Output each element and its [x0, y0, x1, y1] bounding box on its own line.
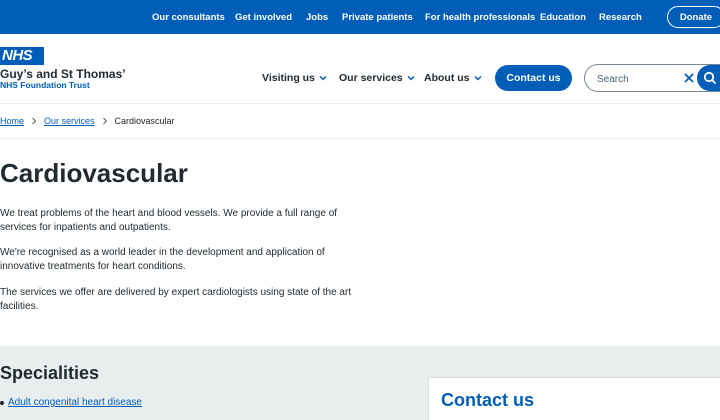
nav-visiting-us-label: Visiting us: [262, 72, 315, 84]
top-nav-health-professionals[interactable]: For health professionals: [425, 0, 535, 34]
nav-about-us-label: About us: [424, 72, 470, 84]
org-name[interactable]: Guy’s and St Thomas’: [0, 67, 126, 81]
list-item: Adult congenital heart disease: [0, 397, 142, 408]
chevron-down-icon: [407, 75, 415, 81]
nhs-logo[interactable]: NHS: [0, 47, 44, 65]
top-nav-research[interactable]: Research: [599, 0, 642, 34]
intro-paragraph: We treat problems of the heart and blood…: [0, 207, 360, 234]
recognition-paragraph: We're recognised as a world leader in th…: [0, 246, 360, 273]
search-icon: [703, 71, 717, 85]
top-nav-jobs[interactable]: Jobs: [306, 0, 328, 34]
services-paragraph: The services we offer are delivered by e…: [0, 286, 360, 313]
top-nav-education[interactable]: Education: [540, 0, 586, 34]
breadcrumb-current: Cardiovascular: [114, 116, 175, 126]
bullet-icon: [0, 400, 4, 405]
intro-line: We treat problems of the heart and blood…: [0, 208, 338, 219]
chevron-right-icon: [102, 117, 107, 125]
nav-about-us[interactable]: About us: [424, 72, 483, 84]
close-icon[interactable]: [682, 71, 696, 85]
services-line: facilities.: [0, 300, 39, 312]
chevron-right-icon: [32, 117, 37, 125]
top-nav-our-consultants[interactable]: Our consultants: [152, 0, 225, 34]
breadcrumb-home[interactable]: Home: [0, 116, 24, 126]
chevron-down-icon: [473, 75, 482, 81]
specialities-heading: Specialities: [0, 363, 100, 383]
recognition-line: We're recognised as a world leader in th…: [0, 247, 325, 258]
breadcrumb-our-services[interactable]: Our services: [44, 116, 95, 126]
speciality-link[interactable]: Adult congenital heart disease: [8, 397, 142, 408]
nav-our-services-label: Our services: [339, 72, 403, 84]
search-button[interactable]: [697, 65, 720, 91]
top-nav-get-involved[interactable]: Get involved: [235, 0, 292, 34]
breadcrumb: Home Our services Cardiovascular: [0, 116, 175, 126]
search-input[interactable]: [597, 71, 685, 87]
nav-our-services[interactable]: Our services: [339, 72, 416, 84]
services-line: The services we offer are delivered by e…: [0, 287, 352, 298]
top-nav-private-patients[interactable]: Private patients: [342, 0, 413, 34]
recognition-line: innovative treatments for heart conditio…: [0, 260, 186, 272]
divider: [0, 138, 720, 139]
nav-visiting-us[interactable]: Visiting us: [262, 72, 328, 84]
org-trust: NHS Foundation Trust: [0, 80, 90, 90]
page-title: Cardiovascular: [0, 158, 188, 188]
donate-button[interactable]: Donate: [667, 6, 720, 28]
contact-card-title: Contact us: [441, 390, 535, 410]
contact-us-button[interactable]: Contact us: [495, 65, 572, 91]
chevron-down-icon: [319, 75, 327, 81]
intro-line: services for inpatients and outpatients.: [0, 221, 171, 233]
